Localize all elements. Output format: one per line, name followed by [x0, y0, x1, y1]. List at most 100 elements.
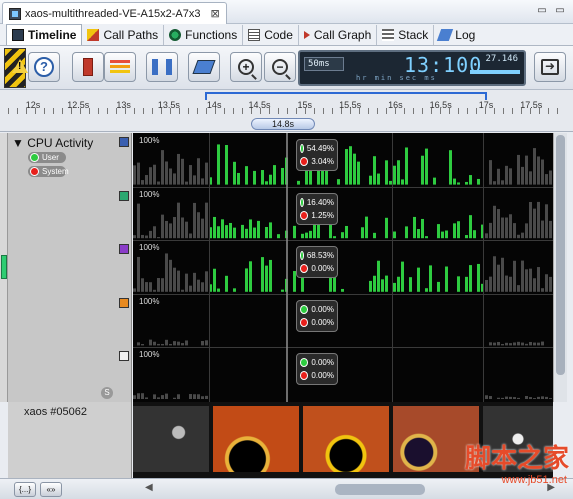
cpu-bar: [165, 393, 168, 399]
frame-thumbnail[interactable]: [213, 406, 299, 472]
scroll-left-icon[interactable]: ◀: [145, 482, 153, 493]
cpu-bar: [517, 285, 520, 292]
cpu-bar: [521, 260, 524, 292]
log-icon: [437, 29, 454, 41]
tab-stack[interactable]: Stack: [377, 25, 435, 45]
series-panel: ▼ CPU Activity User System S: [8, 133, 132, 402]
cpu-bar: [533, 148, 536, 185]
cpu-bar: [393, 231, 396, 239]
watermark: 脚本之家: [464, 444, 569, 474]
cpu-bar: [205, 395, 208, 399]
cpu-bar: [137, 256, 140, 292]
cpu-bar: [493, 256, 496, 292]
ruler-label: 16s: [388, 100, 403, 110]
tab-log[interactable]: Log: [434, 25, 480, 45]
core-swatch[interactable]: [119, 137, 129, 147]
cpu-bar: [349, 146, 352, 185]
code-view-button[interactable]: {...}: [14, 482, 36, 497]
bookmark-button[interactable]: [72, 52, 104, 82]
tab-timeline[interactable]: Timeline: [6, 24, 83, 45]
zoom-out-button[interactable]: −: [264, 52, 296, 82]
cpu-bar: [361, 227, 364, 239]
tag-button[interactable]: [188, 52, 220, 82]
cpu-bar: [497, 397, 500, 399]
selection-range[interactable]: [205, 92, 487, 100]
collapse-strip[interactable]: [0, 133, 8, 402]
horizontal-scroll-thumb[interactable]: [335, 484, 425, 495]
collapse-button[interactable]: «»: [40, 482, 62, 497]
cpu-bar: [197, 158, 200, 185]
cpu-bar: [193, 202, 196, 239]
row-scale-label: 100%: [139, 350, 160, 360]
horizontal-scrollbar[interactable]: ◀ ▶: [145, 482, 555, 495]
cpu-bar: [173, 397, 176, 399]
interval-select[interactable]: 50ms: [304, 57, 344, 71]
export-button[interactable]: [534, 52, 566, 82]
core-swatch[interactable]: [119, 244, 129, 255]
legend-user[interactable]: User: [28, 152, 66, 163]
close-icon[interactable]: ⊠: [210, 7, 219, 20]
cpu-activity-graph[interactable]: 100% 54.49% 3.04% 100% 16.40% 1.25% 100% 68.53%…: [133, 133, 553, 402]
cpu-bar: [425, 148, 428, 185]
frame-thumbnail[interactable]: [303, 406, 389, 472]
splitter-grip[interactable]: [1, 255, 7, 279]
core-swatch[interactable]: [119, 351, 129, 362]
app-window: xaos-multithreaded-VE-A15x2-A7x3 ⊠ ▭ ▭ T…: [0, 0, 573, 499]
cpu-bar: [137, 162, 140, 185]
thumbnail-track-label: xaos #05062: [8, 402, 132, 478]
cpu-bar: [133, 395, 136, 399]
vertical-scroll-thumb[interactable]: [556, 135, 565, 375]
call-graph-icon: [303, 31, 310, 39]
cpu-bar: [185, 340, 188, 346]
tab-code[interactable]: Code: [243, 25, 299, 45]
frame-thumbnail[interactable]: [133, 406, 209, 472]
cpu-bar: [397, 276, 400, 292]
cpu-bar: [265, 181, 268, 185]
annotations-button[interactable]: [104, 52, 136, 82]
cpu-bar: [529, 171, 532, 185]
cpu-bar: [521, 232, 524, 239]
tab-label: Call Graph: [313, 28, 372, 42]
tab-call-graph[interactable]: Call Graph: [299, 25, 378, 45]
row-scale-label: 100%: [139, 136, 160, 145]
row-scale-label: 100%: [139, 296, 160, 306]
tab-call-paths[interactable]: Call Paths: [82, 25, 165, 45]
help-button[interactable]: ?: [28, 52, 60, 82]
legend-system[interactable]: System: [28, 166, 69, 177]
zoom-in-button[interactable]: +: [230, 52, 262, 82]
cpu-bar: [537, 267, 540, 292]
cpu-bar: [201, 218, 204, 239]
cpu-bar: [549, 276, 552, 292]
filter-button[interactable]: [146, 52, 178, 82]
cpu-bar: [469, 175, 472, 185]
cpu-bar: [225, 275, 228, 292]
cpu-bar: [525, 269, 528, 292]
series-header[interactable]: ▼ CPU Activity: [12, 136, 93, 150]
cpu-bar: [533, 398, 536, 399]
cpu-bar: [137, 203, 140, 239]
time-ruler[interactable]: 12s 12.5s 13s 13.5s 14s 14.5s 15s 15.5s 16s 16.5s…: [0, 90, 573, 132]
cpu-bar: [469, 265, 472, 292]
window-handle[interactable]: 14.8s: [251, 118, 315, 130]
cpu-bar: [541, 341, 544, 346]
cpu-bar: [497, 341, 500, 346]
expander-icon[interactable]: ▼: [12, 136, 24, 150]
minimize-icon[interactable]: ▭: [535, 4, 549, 18]
cpu-bar: [393, 282, 396, 292]
cpu-bar: [525, 223, 528, 239]
cpu-bar: [193, 175, 196, 185]
cpu-bar: [149, 167, 152, 185]
maximize-icon[interactable]: ▭: [553, 4, 567, 18]
core-swatch[interactable]: [119, 297, 129, 308]
core-swatch[interactable]: [119, 190, 129, 201]
cpu-bar: [485, 233, 488, 239]
cpu-bar: [189, 165, 192, 185]
cpu-bar: [373, 232, 376, 239]
vertical-scrollbar[interactable]: [553, 133, 567, 402]
cpu-bar: [165, 339, 168, 346]
cpu-bar: [201, 282, 204, 292]
scroll-badge[interactable]: S: [101, 387, 113, 399]
cpu-bar: [413, 216, 416, 239]
document-tab[interactable]: xaos-multithreaded-VE-A15x2-A7x3 ⊠: [2, 2, 227, 24]
tab-functions[interactable]: Functions: [164, 25, 244, 45]
